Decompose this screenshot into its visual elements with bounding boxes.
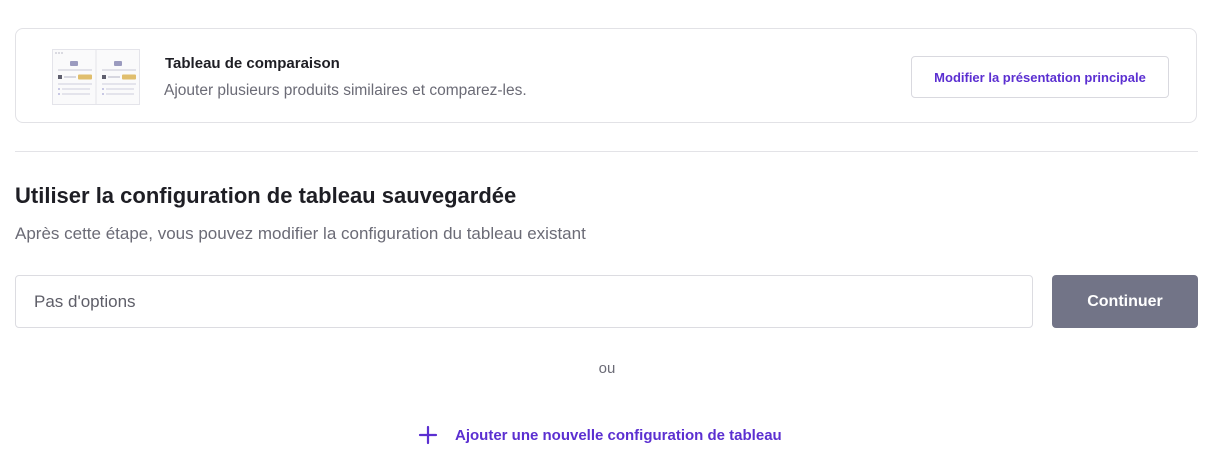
comparison-table-thumbnail-icon: [52, 49, 140, 105]
saved-config-select[interactable]: Pas d'options: [15, 275, 1033, 328]
add-new-configuration-link[interactable]: Ajouter une nouvelle configuration de ta…: [417, 424, 782, 446]
card-description: Ajouter plusieurs produits similaires et…: [164, 82, 527, 99]
modify-main-layout-button[interactable]: Modifier la présentation principale: [911, 56, 1169, 98]
card-title: Tableau de comparaison: [165, 55, 340, 72]
comparison-layout-card: Tableau de comparaison Ajouter plusieurs…: [15, 28, 1197, 123]
add-new-configuration-label: Ajouter une nouvelle configuration de ta…: [455, 426, 782, 444]
section-divider: [15, 151, 1198, 152]
saved-config-description: Après cette étape, vous pouvez modifier …: [15, 224, 586, 243]
or-separator: ou: [598, 360, 616, 377]
plus-icon: [418, 425, 438, 445]
saved-config-select-value: Pas d'options: [34, 291, 136, 311]
saved-config-title: Utiliser la configuration de tableau sau…: [15, 183, 517, 208]
continue-button[interactable]: Continuer: [1052, 275, 1198, 328]
page: Tableau de comparaison Ajouter plusieurs…: [0, 0, 1228, 468]
